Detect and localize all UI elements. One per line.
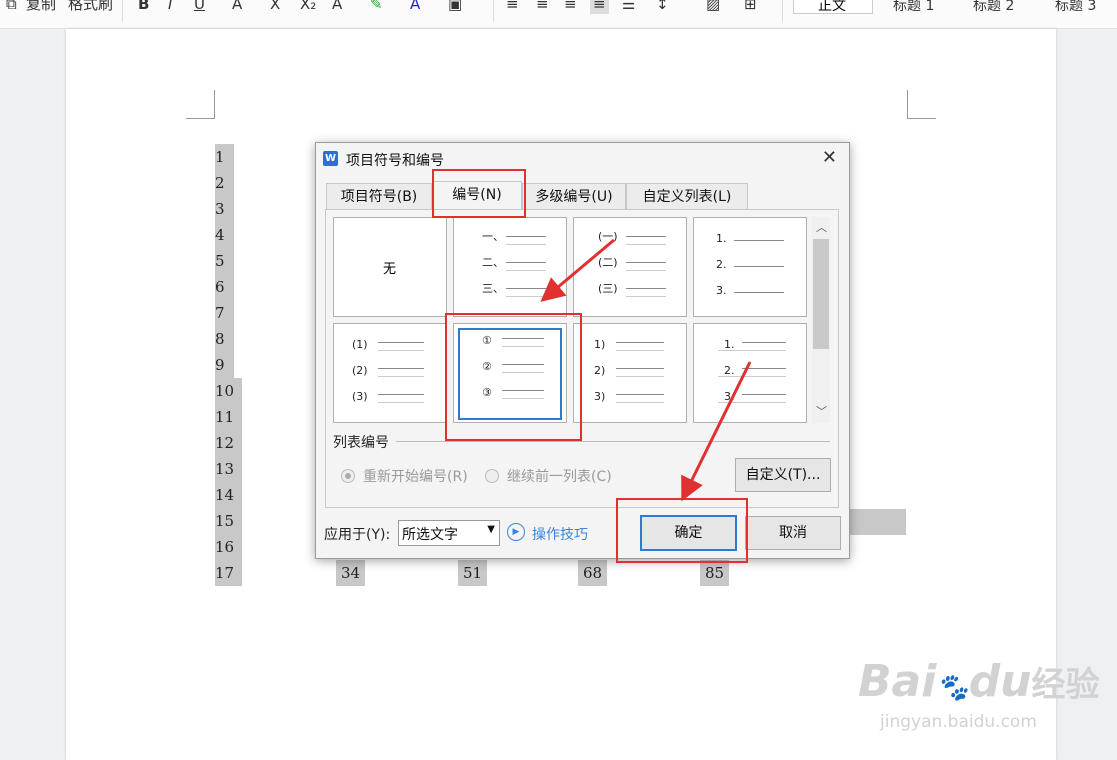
annotation-arrows <box>540 238 752 502</box>
paw-icon: 🐾 <box>936 673 969 703</box>
watermark-site-cn: 经验 <box>1031 665 1100 705</box>
watermark-du: du <box>968 656 1032 707</box>
arrow-to-style <box>540 238 615 302</box>
watermark-bai: Bai <box>858 656 937 707</box>
arrow-to-ok <box>681 361 752 502</box>
watermark-brand: Bai🐾du经验 <box>858 656 1100 707</box>
watermark-url: jingyan.baidu.com <box>880 712 1037 732</box>
